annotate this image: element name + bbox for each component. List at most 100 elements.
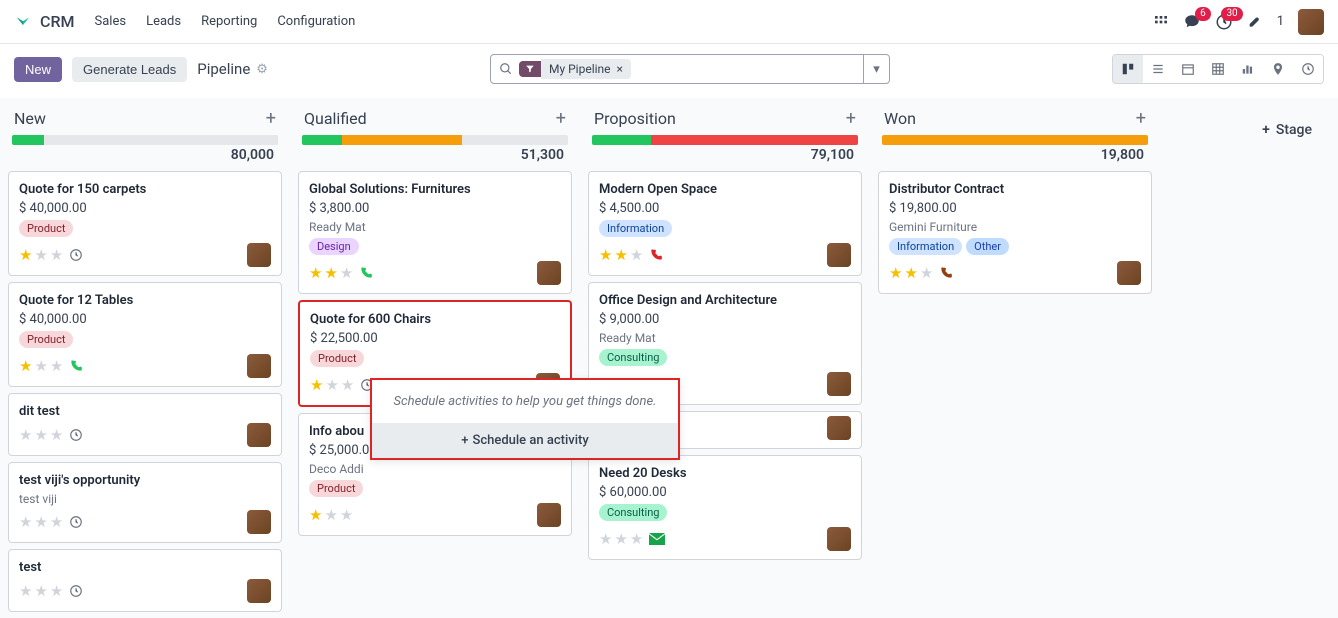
tag[interactable]: Consulting (599, 504, 667, 521)
activities-icon[interactable]: 30 (1215, 13, 1233, 31)
tag[interactable]: Product (310, 350, 364, 367)
column-progress[interactable] (882, 135, 1148, 145)
star-icon[interactable]: ★ (889, 264, 902, 282)
kanban-card[interactable]: Modern Open Space $ 4,500.00 Information… (588, 171, 862, 276)
column-title[interactable]: Qualified (304, 109, 367, 128)
tag[interactable]: Product (19, 331, 73, 348)
list-view-icon[interactable] (1143, 55, 1173, 83)
search-dropdown-icon[interactable]: ▾ (863, 55, 889, 83)
assignee-avatar[interactable] (827, 416, 851, 440)
activity-view-icon[interactable] (1293, 55, 1323, 83)
remove-filter-icon[interactable]: × (617, 62, 623, 76)
star-icon[interactable]: ★ (34, 513, 47, 531)
star-icon[interactable]: ★ (50, 357, 63, 375)
assignee-avatar[interactable] (537, 503, 561, 527)
star-icon[interactable]: ★ (614, 246, 627, 264)
star-icon[interactable]: ★ (34, 582, 47, 600)
app-title[interactable]: CRM (40, 12, 75, 31)
tools-icon[interactable] (1247, 14, 1263, 30)
star-icon[interactable]: ★ (599, 530, 612, 548)
clock-icon[interactable] (69, 248, 83, 262)
star-icon[interactable]: ★ (630, 530, 643, 548)
star-icon[interactable]: ★ (630, 246, 643, 264)
user-avatar[interactable] (1298, 9, 1324, 35)
map-view-icon[interactable] (1263, 55, 1293, 83)
clock-icon[interactable] (69, 428, 83, 442)
calendar-view-icon[interactable] (1173, 55, 1203, 83)
star-icon[interactable]: ★ (19, 246, 32, 264)
add-card-icon[interactable]: + (266, 108, 276, 129)
star-icon[interactable]: ★ (50, 513, 63, 531)
column-title[interactable]: Won (884, 109, 916, 128)
star-icon[interactable]: ★ (920, 264, 933, 282)
menu-configuration[interactable]: Configuration (277, 14, 355, 29)
star-icon[interactable]: ★ (324, 506, 337, 524)
star-icon[interactable]: ★ (50, 246, 63, 264)
new-button[interactable]: New (14, 57, 62, 82)
star-icon[interactable]: ★ (340, 264, 353, 282)
add-card-icon[interactable]: + (846, 108, 856, 129)
kanban-view-icon[interactable] (1113, 55, 1143, 83)
star-icon[interactable]: ★ (614, 530, 627, 548)
tag[interactable]: Design (309, 238, 359, 255)
mail-icon[interactable] (649, 533, 665, 545)
kanban-card[interactable]: Distributor Contract $ 19,800.00 Gemini … (878, 171, 1152, 294)
search-box[interactable]: My Pipeline× ▾ (490, 54, 890, 84)
star-icon[interactable]: ★ (340, 506, 353, 524)
kanban-card[interactable]: Global Solutions: Furnitures $ 3,800.00 … (298, 171, 572, 294)
graph-view-icon[interactable] (1233, 55, 1263, 83)
star-icon[interactable]: ★ (50, 582, 63, 600)
tag[interactable]: Consulting (599, 349, 667, 366)
clock-icon[interactable] (69, 584, 83, 598)
dialer-icon[interactable] (1153, 14, 1169, 30)
star-icon[interactable]: ★ (309, 264, 322, 282)
star-icon[interactable]: ★ (34, 246, 47, 264)
tag[interactable]: Information (889, 238, 962, 255)
tag[interactable]: Product (19, 220, 73, 237)
star-icon[interactable]: ★ (904, 264, 917, 282)
menu-sales[interactable]: Sales (95, 14, 127, 29)
schedule-activity-button[interactable]: + Schedule an activity (372, 423, 678, 458)
assignee-avatar[interactable] (247, 579, 271, 603)
assignee-avatar[interactable] (247, 510, 271, 534)
generate-leads-button[interactable]: Generate Leads (72, 57, 187, 82)
filter-chip[interactable]: My Pipeline× (541, 59, 631, 79)
star-icon[interactable]: ★ (19, 357, 32, 375)
star-icon[interactable]: ★ (324, 264, 337, 282)
menu-leads[interactable]: Leads (146, 14, 181, 29)
tag[interactable]: Information (599, 220, 672, 237)
add-card-icon[interactable]: + (556, 108, 566, 129)
star-icon[interactable]: ★ (19, 513, 32, 531)
gear-icon[interactable]: ⚙ (256, 62, 268, 77)
assignee-avatar[interactable] (537, 261, 561, 285)
menu-reporting[interactable]: Reporting (201, 14, 257, 29)
phone-icon[interactable] (939, 266, 953, 280)
star-icon[interactable]: ★ (341, 376, 354, 394)
assignee-avatar[interactable] (247, 423, 271, 447)
star-icon[interactable]: ★ (19, 426, 32, 444)
column-title[interactable]: New (14, 109, 46, 128)
phone-icon[interactable] (69, 359, 83, 373)
assignee-avatar[interactable] (827, 243, 851, 267)
star-icon[interactable]: ★ (325, 376, 338, 394)
clock-icon[interactable] (69, 515, 83, 529)
star-icon[interactable]: ★ (19, 582, 32, 600)
assignee-avatar[interactable] (247, 354, 271, 378)
messages-icon[interactable]: 6 (1183, 13, 1201, 31)
column-progress[interactable] (12, 135, 278, 145)
column-title[interactable]: Proposition (594, 109, 676, 128)
star-icon[interactable]: ★ (309, 506, 322, 524)
kanban-card[interactable]: test viji's opportunity test viji ★★★ (8, 462, 282, 543)
star-icon[interactable]: ★ (310, 376, 323, 394)
assignee-avatar[interactable] (247, 243, 271, 267)
kanban-card[interactable]: Quote for 150 carpets $ 40,000.00 Produc… (8, 171, 282, 276)
column-progress[interactable] (302, 135, 568, 145)
pivot-view-icon[interactable] (1203, 55, 1233, 83)
phone-icon[interactable] (359, 266, 373, 280)
kanban-card[interactable]: Quote for 12 Tables $ 40,000.00 Product … (8, 282, 282, 387)
star-icon[interactable]: ★ (599, 246, 612, 264)
kanban-card[interactable]: Need 20 Desks $ 60,000.00 Consulting ★★★ (588, 455, 862, 560)
star-icon[interactable]: ★ (34, 426, 47, 444)
add-stage-button[interactable]: + Stage (1252, 108, 1322, 152)
add-card-icon[interactable]: + (1136, 108, 1146, 129)
